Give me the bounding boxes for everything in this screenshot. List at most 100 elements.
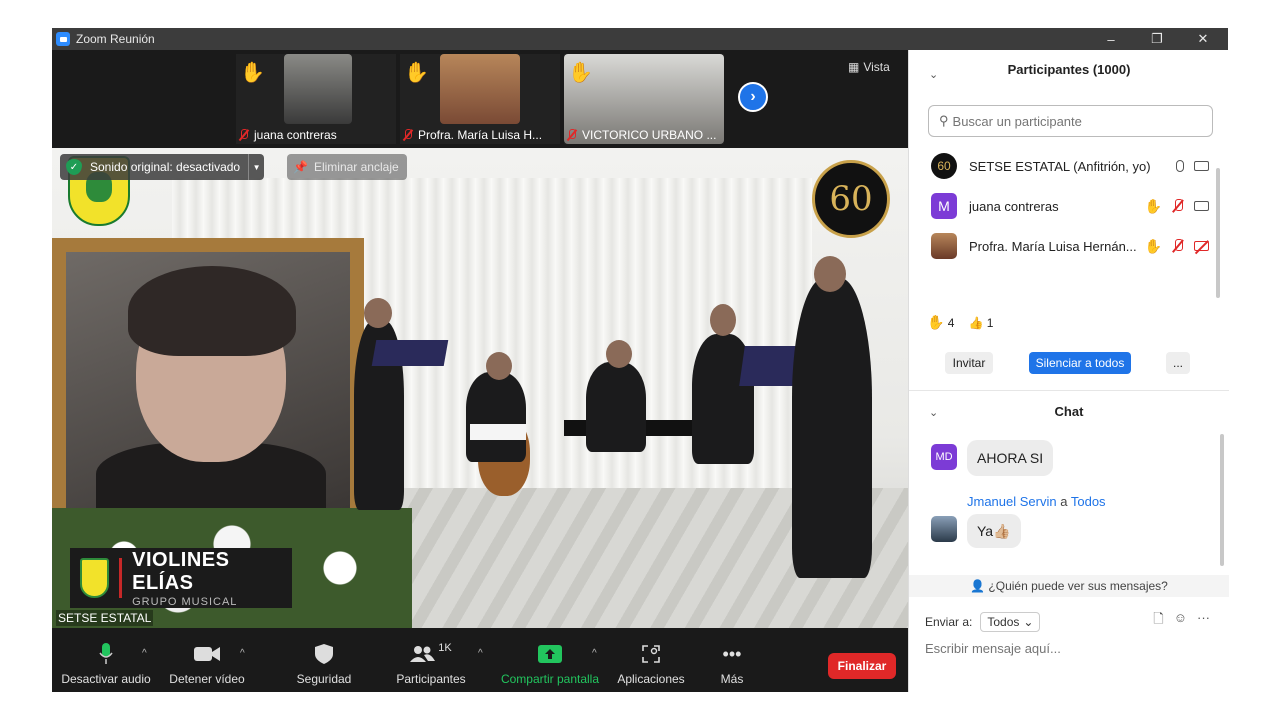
thumbnail-strip: ✋ juana contreras ✋ Profra. María Luisa … (52, 50, 908, 148)
invite-button[interactable]: Invitar (945, 352, 993, 374)
stop-video-label: Detener vídeo (169, 672, 245, 686)
mic-muted-icon (402, 129, 414, 141)
participant-row[interactable]: M juana contreras ✋ (909, 186, 1221, 226)
apps-button[interactable]: Aplicaciones (616, 642, 686, 686)
raise-hand-count: ✋ 4 (927, 314, 954, 331)
chat-message-input[interactable] (925, 641, 1215, 656)
thumbnail-label: Profra. María Luisa H... (402, 128, 542, 142)
chat-sender[interactable]: Jmanuel Servin (967, 494, 1057, 509)
mute-all-button[interactable]: Silenciar a todos (1029, 352, 1131, 374)
video-camera-icon (1194, 161, 1209, 171)
mic-muted-icon (238, 129, 250, 141)
zoom-logo-icon (56, 32, 70, 46)
emoji-icon[interactable]: ☺ (1174, 610, 1187, 632)
shield-check-icon: ✓ (66, 159, 82, 175)
pianist-head (606, 340, 632, 368)
close-button[interactable]: ✕ (1180, 28, 1226, 50)
mute-audio-label: Desactivar audio (61, 672, 151, 686)
send-to-row: Enviar a: Todos ⌄ (925, 612, 1041, 632)
thumbnail-tile[interactable]: ✋ VICTORICO URBANO ... (564, 54, 724, 144)
music-stand (371, 340, 449, 366)
view-button[interactable]: ▦ Vista (848, 60, 890, 74)
thumbnail-label: VICTORICO URBANO ... (566, 128, 716, 142)
thumbnail-tile[interactable]: ✋ Profra. María Luisa H... (400, 54, 560, 144)
share-screen-button[interactable]: Compartir pantalla (500, 642, 600, 686)
minimize-button[interactable]: – (1088, 28, 1134, 50)
apps-icon (642, 642, 660, 666)
file-icon[interactable]: 🗋 (1153, 610, 1163, 632)
more-label: Más (720, 672, 744, 686)
avatar: M (931, 193, 957, 219)
participant-video (284, 54, 352, 124)
thumbs-up-count-value: 1 (986, 315, 994, 330)
more-button[interactable]: ••• Más (712, 642, 752, 687)
thumbnail-tile[interactable]: ✋ juana contreras (236, 54, 396, 144)
side-panel: ⌄ Participantes (1000) ⚲ 60 SETSE ESTATA… (908, 50, 1229, 692)
thumbs-up-icon: 👍 (968, 315, 984, 330)
more-options-button[interactable]: ... (1166, 352, 1190, 374)
participants-options-chevron-icon[interactable]: ^ (478, 648, 483, 659)
search-icon: ⚲ (939, 113, 949, 128)
participant-search-input[interactable] (952, 113, 1193, 129)
participants-button[interactable]: 1K Participantes (396, 642, 466, 686)
person-lock-icon: 👤 (970, 579, 986, 593)
participant-search[interactable]: ⚲ (928, 105, 1213, 137)
video-options-chevron-icon[interactable]: ^ (240, 648, 245, 659)
chat-sender-line: Jmanuel Servin a Todos (967, 494, 1106, 509)
participants-count: 1K (438, 642, 452, 654)
security-button[interactable]: Seguridad (294, 642, 354, 686)
original-sound-toggle[interactable]: ✓ Sonido original: desactivado ▼ (60, 154, 265, 180)
chevron-down-icon[interactable]: ▼ (248, 154, 264, 180)
share-options-chevron-icon[interactable]: ^ (592, 648, 597, 659)
portrait-frame (52, 238, 364, 528)
anniversary-logo: 60 (812, 160, 890, 238)
end-meeting-button[interactable]: Finalizar (828, 653, 896, 679)
participant-status: ✋ (1145, 238, 1209, 255)
participants-icon: 1K (410, 642, 452, 666)
more-dots-icon[interactable]: ··· (1197, 610, 1210, 632)
share-screen-label: Compartir pantalla (500, 672, 600, 686)
music-sheet (470, 424, 526, 440)
chat-message: Ya👍🏼 (967, 514, 1021, 548)
participants-title: Participantes (1000) (1007, 62, 1131, 77)
thumbnail-name: juana contreras (254, 128, 337, 142)
participant-status: ✋ (1145, 198, 1209, 215)
thumbnail-name: VICTORICO URBANO ... (582, 128, 717, 142)
send-to-select[interactable]: Todos ⌄ (980, 612, 1041, 632)
panel-divider (909, 390, 1229, 391)
raised-hand-icon: ✋ (240, 62, 265, 84)
portrait-photo (66, 252, 350, 522)
lower-third-title: VIOLINES ELÍAS (132, 548, 230, 594)
stop-video-button[interactable]: Detener vídeo (164, 642, 250, 686)
avatar: 60 (931, 153, 957, 179)
view-label: Vista (863, 60, 890, 74)
who-can-see-link[interactable]: 👤 ¿Quién puede ver sus mensajes? (909, 575, 1229, 597)
zoom-window: Zoom Reunión – ❐ ✕ ✋ juana contreras ✋ P… (52, 28, 1229, 692)
maximize-button[interactable]: ❐ (1134, 28, 1180, 50)
chat-recipient[interactable]: Todos (1071, 494, 1106, 509)
participant-status (1176, 160, 1209, 172)
send-to-label: Enviar a: (925, 615, 973, 629)
security-label: Seguridad (296, 672, 352, 686)
original-sound-label: Sonido original: desactivado (90, 160, 241, 174)
next-page-button[interactable]: › (738, 82, 768, 112)
share-screen-icon (538, 642, 562, 666)
video-camera-icon (1194, 201, 1209, 211)
pianist (586, 362, 646, 452)
raised-hand-icon: ✋ (568, 62, 593, 84)
accent-bar (119, 558, 123, 598)
singer-head (710, 304, 736, 336)
chat-scrollbar[interactable] (1220, 434, 1224, 566)
lower-third-banner: VIOLINES ELÍAS GRUPO MUSICAL (70, 548, 292, 608)
mute-audio-button[interactable]: Desactivar audio (61, 642, 151, 686)
chat-tools: 🗋 ☺ ··· (1153, 610, 1210, 632)
participant-row[interactable]: 60 SETSE ESTATAL (Anfitrión, yo) (909, 146, 1221, 186)
participant-row[interactable]: Profra. María Luisa Hernán... ✋ (909, 226, 1221, 266)
avatar: MD (931, 444, 957, 470)
participant-row[interactable] (909, 266, 1221, 272)
participant-scrollbar[interactable] (1216, 168, 1220, 298)
unpin-button[interactable]: 📌 Eliminar anclaje (287, 154, 407, 180)
portrait-hair (128, 266, 296, 356)
audio-options-chevron-icon[interactable]: ^ (142, 648, 147, 659)
mic-muted-icon (566, 129, 578, 141)
